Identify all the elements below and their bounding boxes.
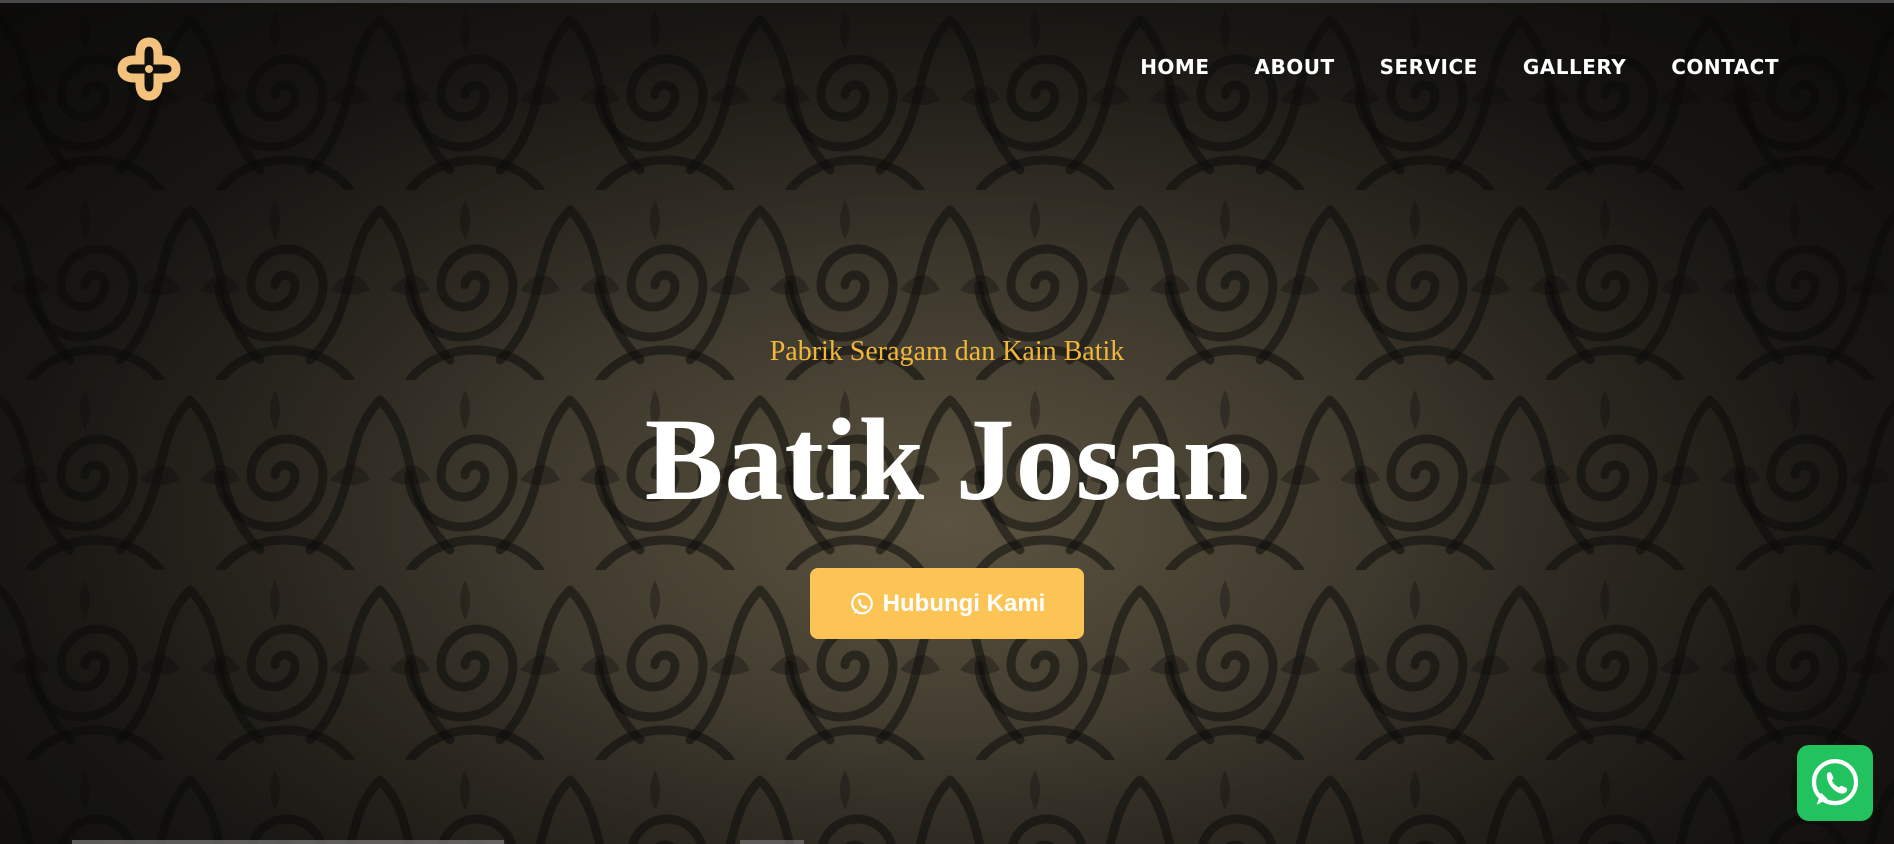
hero-title: Batik Josan [644, 394, 1250, 525]
whatsapp-icon [1811, 759, 1859, 806]
contact-us-label: Hubungi Kami [882, 589, 1046, 617]
nav-contact[interactable]: CONTACT [1671, 52, 1779, 82]
floating-whatsapp-button[interactable] [1797, 745, 1873, 821]
cross-logo-icon[interactable] [116, 36, 182, 102]
nav-service[interactable]: SERVICE [1380, 52, 1478, 82]
nav-about[interactable]: ABOUT [1255, 52, 1335, 82]
top-border [0, 0, 1894, 3]
nav-gallery[interactable]: GALLERY [1523, 52, 1626, 82]
main-nav: HOME ABOUT SERVICE GALLERY CONTACT [1095, 52, 1779, 82]
hero-subtitle: Pabrik Seragam dan Kain Batik [769, 336, 1125, 367]
scroll-indicator [740, 840, 804, 844]
horizontal-scrollbar[interactable] [72, 840, 504, 844]
nav-home[interactable]: HOME [1140, 52, 1209, 82]
contact-us-button[interactable]: Hubungi Kami [810, 568, 1084, 639]
whatsapp-icon [850, 592, 873, 614]
